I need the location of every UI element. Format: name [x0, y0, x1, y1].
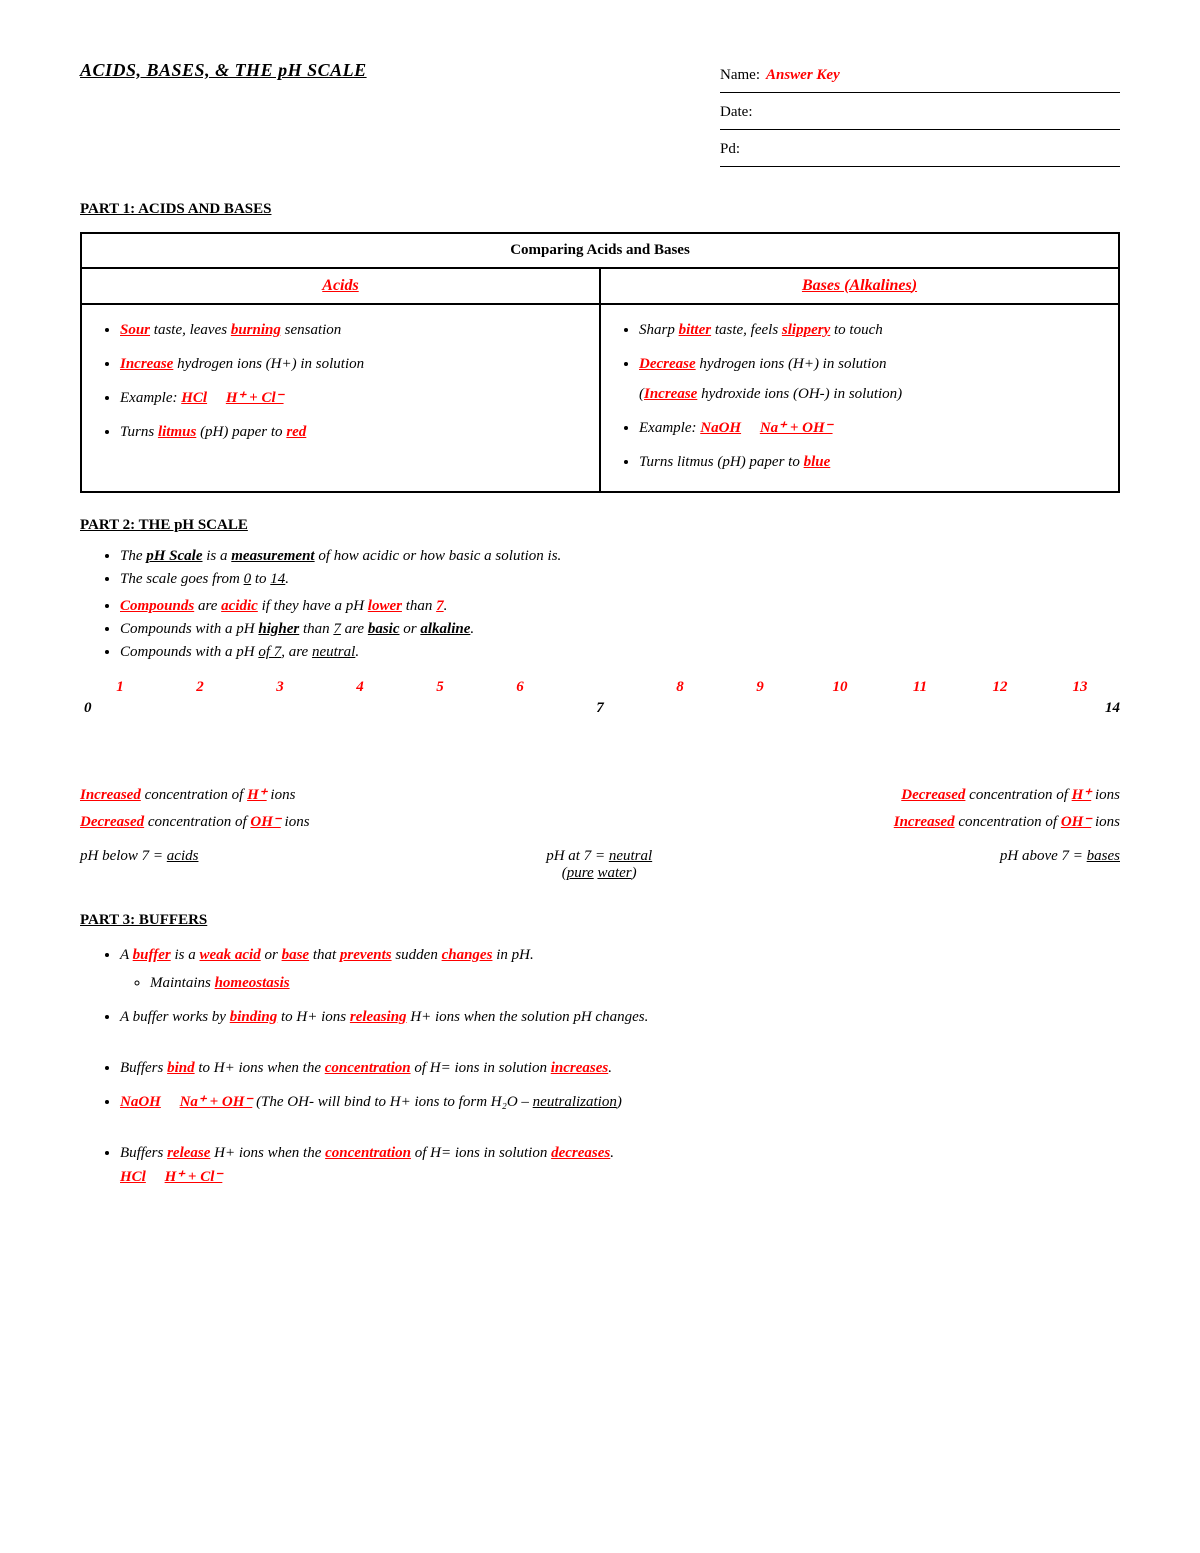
base-bullet-3: Example: NaOH Na⁺ + OH⁻	[639, 413, 1100, 443]
ph-bullets-list2: Compounds are acidic if they have a pH l…	[80, 598, 1120, 661]
ph-num-9: 9	[720, 679, 800, 696]
base-bullet-2: Decrease hydrogen ions (H+) in solution …	[639, 349, 1100, 409]
acid-bullet-3: Example: HCl H⁺ + Cl⁻	[120, 383, 581, 413]
ph-num-4: 4	[320, 679, 400, 696]
ph-bullet-5: Compounds with a pH of 7, are neutral.	[120, 644, 1120, 661]
ph-label-cols: pH below 7 = acids pH at 7 = neutral (pu…	[80, 848, 1120, 882]
ph-scale-wrapper: 1 2 3 4 5 6 8 9 10 11 12 13 0 7 14	[80, 679, 1120, 764]
ph-fourteen: 14	[1105, 700, 1120, 728]
pd-line: Pd:	[720, 134, 1120, 167]
main-title: ACIDS, BASES, & THE pH SCALE	[80, 60, 367, 81]
ph-num-5: 5	[400, 679, 480, 696]
name-block: Name: Answer Key Date: Pd:	[720, 60, 1120, 171]
ph-bullet-2: The scale goes from 0 to 14.	[120, 571, 1120, 588]
buffer-bullet-4: NaOH Na⁺ + OH⁻ (The OH- will bind to H+ …	[120, 1090, 1120, 1114]
ph-bullet-4: Compounds with a pH higher than 7 are ba…	[120, 621, 1120, 638]
ph-num-10: 10	[800, 679, 880, 696]
bases-column: Sharp bitter taste, feels slippery to to…	[600, 304, 1119, 492]
acids-bullet-list: Sour taste, leaves burning sensation Inc…	[100, 315, 581, 447]
acid-bullet-4: Turns litmus (pH) paper to red	[120, 417, 581, 447]
part1-heading: PART 1: ACIDS AND BASES	[80, 201, 1120, 218]
acids-col-header: Acids	[81, 268, 600, 304]
ph-info-right: Decreased concentration of H⁺ ions Incre…	[894, 782, 1120, 836]
ph-zero: 0	[80, 700, 92, 728]
acids-column: Sour taste, leaves burning sensation Inc…	[81, 304, 600, 492]
buffer-bullet-2: A buffer works by binding to H+ ions rel…	[120, 1005, 1120, 1029]
bases-header-text: Bases (Alkalines)	[802, 277, 917, 294]
ph-info-right-2: Increased concentration of OH⁻ ions	[894, 809, 1120, 836]
base-bullet-4: Turns litmus (pH) paper to blue	[639, 447, 1100, 477]
ph-info-left: Increased concentration of H⁺ ions Decre…	[80, 782, 310, 836]
buffer-bullet-5: Buffers release H+ ions when the concent…	[120, 1141, 1120, 1189]
buffer-bullet-1: A buffer is a weak acid or base that pre…	[120, 943, 1120, 995]
compare-table: Comparing Acids and Bases Acids Bases (A…	[80, 232, 1120, 493]
buffer-subbullet-homeostasis: Maintains homeostasis	[150, 971, 1120, 995]
ph-num-2: 2	[160, 679, 240, 696]
name-line: Name: Answer Key	[720, 60, 1120, 93]
base-bullet-1: Sharp bitter taste, feels slippery to to…	[639, 315, 1100, 345]
ph-bullet-1: The pH Scale is a measurement of how aci…	[120, 548, 1120, 565]
bases-col-header: Bases (Alkalines)	[600, 268, 1119, 304]
ph-info-right-1: Decreased concentration of H⁺ ions	[894, 782, 1120, 809]
ph-num-12: 12	[960, 679, 1040, 696]
ph-info-cols: Increased concentration of H⁺ ions Decre…	[80, 782, 1120, 836]
part3-heading: PART 3: BUFFERS	[80, 912, 1120, 929]
ph-numbers-line: 1 2 3 4 5 6 8 9 10 11 12 13	[80, 679, 1120, 696]
ph-info-left-1: Increased concentration of H⁺ ions	[80, 782, 310, 809]
ph-bullet-3: Compounds are acidic if they have a pH l…	[120, 598, 1120, 615]
ph-info-left-2: Decreased concentration of OH⁻ ions	[80, 809, 310, 836]
ph-label-right: pH above 7 = bases	[1000, 848, 1120, 865]
acid-bullet-2: Increase hydrogen ions (H+) in solution	[120, 349, 581, 379]
date-line: Date:	[720, 97, 1120, 130]
table-title: Comparing Acids and Bases	[81, 233, 1119, 268]
ph-num-6: 6	[480, 679, 560, 696]
ph-bullets-list: The pH Scale is a measurement of how aci…	[80, 548, 1120, 588]
ph-label-center: pH at 7 = neutral (pure water)	[546, 848, 652, 882]
ph-num-8: 8	[640, 679, 720, 696]
ph-endpoints: 0 7 14	[80, 700, 1120, 728]
bases-bullet-list: Sharp bitter taste, feels slippery to to…	[619, 315, 1100, 477]
ph-num-3: 3	[240, 679, 320, 696]
acids-header-text: Acids	[322, 277, 358, 294]
name-label: Name:	[720, 60, 760, 90]
page-header: ACIDS, BASES, & THE pH SCALE Name: Answe…	[80, 60, 1120, 171]
ph-num-11: 11	[880, 679, 960, 696]
buffer-bullet-3: Buffers bind to H+ ions when the concent…	[120, 1056, 1120, 1080]
title-block: ACIDS, BASES, & THE pH SCALE	[80, 60, 367, 81]
answer-key-text: Answer Key	[766, 60, 840, 90]
acid-bullet-1: Sour taste, leaves burning sensation	[120, 315, 581, 345]
part2-heading: PART 2: THE pH SCALE	[80, 517, 1120, 534]
ph-seven: 7	[596, 700, 604, 717]
ph-num-13: 13	[1040, 679, 1120, 696]
ph-label-left: pH below 7 = acids	[80, 848, 198, 865]
buffer-bullets-list: A buffer is a weak acid or base that pre…	[80, 943, 1120, 1189]
ph-num-1: 1	[80, 679, 160, 696]
buffer-subbullet-1: Maintains homeostasis	[120, 971, 1120, 995]
